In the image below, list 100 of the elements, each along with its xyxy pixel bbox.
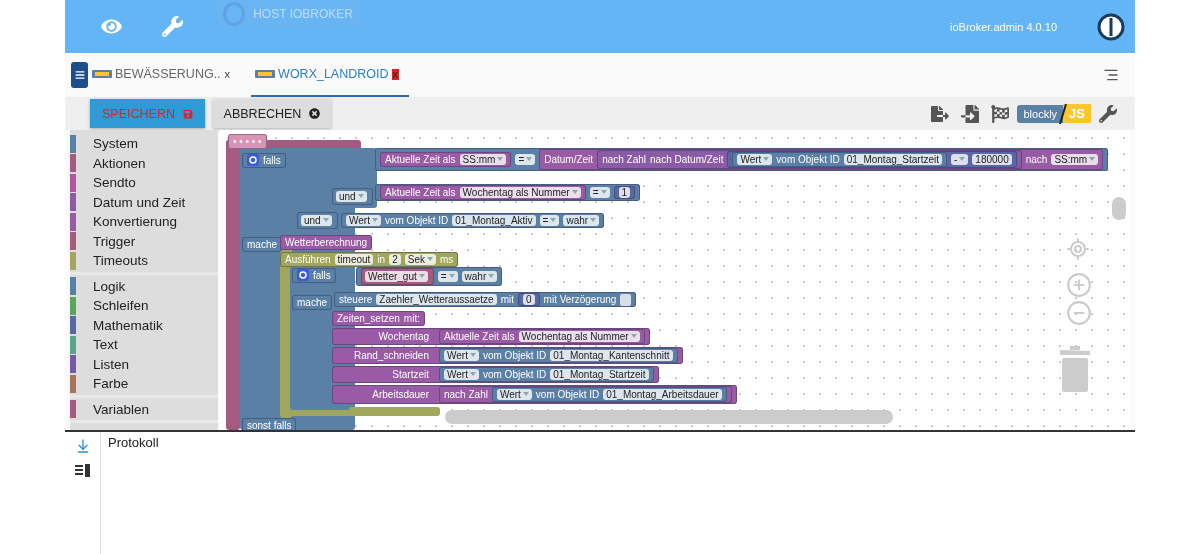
- caret-icon: [600, 190, 607, 195]
- value-field[interactable]: 01_Montag_Startzeit: [550, 369, 649, 380]
- code-block[interactable]: nach Zahl nach Datum/Zeit Wert vom Objekt ID 01_Montag_Startzeit - 180000: [597, 150, 1022, 169]
- dropdown-field[interactable]: Wetter_gut: [365, 271, 428, 282]
- category-item[interactable]: Mathematik: [93, 317, 163, 333]
- caret-icon: [630, 334, 637, 339]
- block-label: mit: [500, 293, 515, 306]
- vertical-scrollbar[interactable]: [1112, 197, 1126, 220]
- category-item[interactable]: Timeouts: [93, 253, 148, 269]
- value-field[interactable]: timeout: [334, 254, 374, 265]
- code-block[interactable]: 0: [518, 293, 540, 306]
- menu-icon[interactable]: [1103, 67, 1119, 83]
- value-field[interactable]: 01_Montag_Arbeitsdauer: [603, 389, 722, 400]
- category-item[interactable]: System: [93, 136, 138, 152]
- caret-icon: [497, 157, 504, 162]
- block-label: vom Objekt ID: [384, 214, 449, 227]
- code-block[interactable]: Ausführen timeout in 2 Sek ms: [280, 252, 459, 267]
- dropdown-field[interactable]: Wert: [444, 350, 479, 361]
- dropdown-field[interactable]: =: [539, 215, 560, 226]
- caret-icon: [322, 218, 329, 223]
- dropdown-field[interactable]: SS:mm: [459, 154, 507, 165]
- dropdown-field[interactable]: Wert: [737, 154, 773, 165]
- dropdown-field[interactable]: Wochentag als Nummer: [459, 187, 581, 198]
- code-block[interactable]: Wetter_gut = wahr: [356, 267, 503, 286]
- dropdown-field[interactable]: Wert: [346, 215, 381, 226]
- caret-icon: [488, 274, 495, 279]
- code-block[interactable]: Datum/Zeit nach Zahl nach Datum/Zeit Wert vom Objekt ID 01_Montag_Startzeit - 180000 nach SS:mm: [539, 149, 1104, 170]
- cancel-button[interactable]: ABBRECHEN: [213, 99, 331, 128]
- dropdown-field[interactable]: Wert: [444, 369, 479, 380]
- category-item[interactable]: Aktionen: [93, 155, 146, 171]
- code-block[interactable]: und: [297, 212, 338, 229]
- code-block[interactable]: Zeiten_setzen mit:: [332, 311, 425, 326]
- value-field[interactable]: 2: [389, 254, 401, 265]
- block-label: Wetterberechnung: [285, 236, 368, 249]
- block-label: falls: [313, 268, 331, 282]
- caret-icon: [522, 392, 529, 397]
- list-icon[interactable]: [74, 464, 91, 478]
- block-label: vom Objekt ID: [482, 349, 547, 362]
- parameter-label: Startzeit: [391, 369, 430, 380]
- category-item[interactable]: Text: [93, 337, 118, 353]
- gear-icon[interactable]: [247, 154, 259, 166]
- code-block[interactable]: Wert vom Objekt ID 01_Montag_Kantenschnitt: [439, 348, 678, 363]
- dropdown-field[interactable]: =: [515, 154, 536, 165]
- value-field[interactable]: 1: [618, 187, 631, 198]
- category-item[interactable]: Schleifen: [93, 298, 149, 314]
- code-block[interactable]: Wert vom Objekt ID 01_Montag_Startzeit: [439, 367, 654, 382]
- value-field[interactable]: 0: [523, 294, 535, 305]
- code-block[interactable]: steuere Zaehler_Wetteraussaetze mit 0 mit Verzögerung: [334, 292, 637, 307]
- dropdown-field[interactable]: Wert: [496, 389, 532, 400]
- dropdown-field[interactable]: =: [589, 187, 610, 198]
- code-block[interactable]: Aktuelle Zeit als SS:mm: [380, 152, 512, 167]
- code-block[interactable]: Aktuelle Zeit als Wochentag als Nummer: [380, 185, 586, 200]
- category-item[interactable]: Logik: [93, 278, 126, 294]
- code-block[interactable]: Wert vom Objekt ID 01_Montag_Startzeit - 180000: [727, 151, 1017, 168]
- value-field[interactable]: Zaehler_Wetteraussaetze: [376, 294, 497, 305]
- category-item[interactable]: Farbe: [93, 376, 129, 392]
- checkbox[interactable]: [620, 293, 632, 306]
- code-block[interactable]: Wert vom Objekt ID 01_Montag_Arbeitsdauer: [491, 387, 727, 402]
- category-item[interactable]: Datum und Zeit: [93, 194, 186, 210]
- category-item[interactable]: Trigger: [93, 233, 136, 249]
- code-block[interactable]: Wert vom Objekt ID 01_Montag_Aktiv = wahr: [341, 213, 605, 228]
- dropdown-field[interactable]: wahr: [563, 215, 600, 226]
- category-item[interactable]: Sendto: [93, 175, 136, 191]
- menu-button[interactable]: [71, 62, 88, 88]
- code-block[interactable]: Aktuelle Zeit als SS:mm = Datum/Zeit nach Zahl nach Datum/Zeit Wert vom Objekt ID 01_Montag_Startzeit - 180000 nach SS:mm: [375, 148, 1109, 171]
- block-label: vom Objekt ID: [776, 153, 840, 166]
- code-block[interactable]: Arbeitsdauer nach Zahl Wert vom Objekt ID 01_Montag_Arbeitsdauer: [332, 385, 737, 404]
- value-field[interactable]: 01_Montag_Aktiv: [452, 215, 536, 226]
- code-block[interactable]: und: [332, 188, 373, 205]
- dropdown-field[interactable]: wahr: [461, 271, 498, 282]
- category-item[interactable]: Konvertierung: [93, 214, 178, 230]
- value-field[interactable]: 180000: [972, 154, 1012, 165]
- code-block[interactable]: Wert vom Objekt ID 01_Montag_Startzeit: [732, 152, 947, 167]
- code-block[interactable]: mache: [292, 295, 332, 310]
- block-label: • • • • •: [233, 135, 262, 148]
- horizontal-scrollbar[interactable]: [445, 410, 893, 424]
- code-block[interactable]: Wochentag Aktuelle Zeit als Wochentag als Nummer: [332, 328, 650, 345]
- code-block[interactable]: Wetter_gut: [361, 268, 434, 285]
- category-item[interactable]: Variablen: [93, 401, 150, 417]
- code-block[interactable]: mache: [242, 237, 282, 252]
- dropdown-field[interactable]: SS:mm: [1051, 154, 1099, 165]
- code-block[interactable]: 1: [613, 186, 636, 199]
- code-block[interactable]: Startzeit Wert vom Objekt ID 01_Montag_Startzeit: [332, 366, 659, 383]
- dropdown-field[interactable]: -: [951, 154, 969, 165]
- dropdown-field[interactable]: Sek: [404, 254, 436, 265]
- dropdown-field[interactable]: Wochentag als Nummer: [518, 331, 640, 342]
- dropdown-field[interactable]: und: [301, 215, 332, 226]
- dropdown-field[interactable]: =: [437, 271, 458, 282]
- value-field[interactable]: 01_Montag_Kantenschnitt: [550, 350, 673, 361]
- tab[interactable]: BEWÄSSERUNG.. x: [88, 53, 242, 97]
- value-field[interactable]: 01_Montag_Startzeit: [843, 154, 942, 165]
- code-block[interactable]: nach Zahl Wert vom Objekt ID 01_Montag_Arbeitsdauer: [439, 386, 732, 403]
- code-block[interactable]: Aktuelle Zeit als Wochentag als Nummer: [439, 329, 645, 344]
- code-block[interactable]: Wetterberechnung: [280, 235, 373, 250]
- gear-icon[interactable]: [297, 269, 309, 281]
- code-block[interactable]: Rand_schneiden Wert vom Objekt ID 01_Montag_Kantenschnitt: [332, 347, 683, 364]
- dropdown-field[interactable]: und: [336, 191, 367, 202]
- category-item[interactable]: Listen: [93, 356, 130, 372]
- code-block[interactable]: Aktuelle Zeit als Wochentag als Nummer = 1: [375, 184, 641, 201]
- code-block[interactable]: sonst falls: [242, 418, 297, 430]
